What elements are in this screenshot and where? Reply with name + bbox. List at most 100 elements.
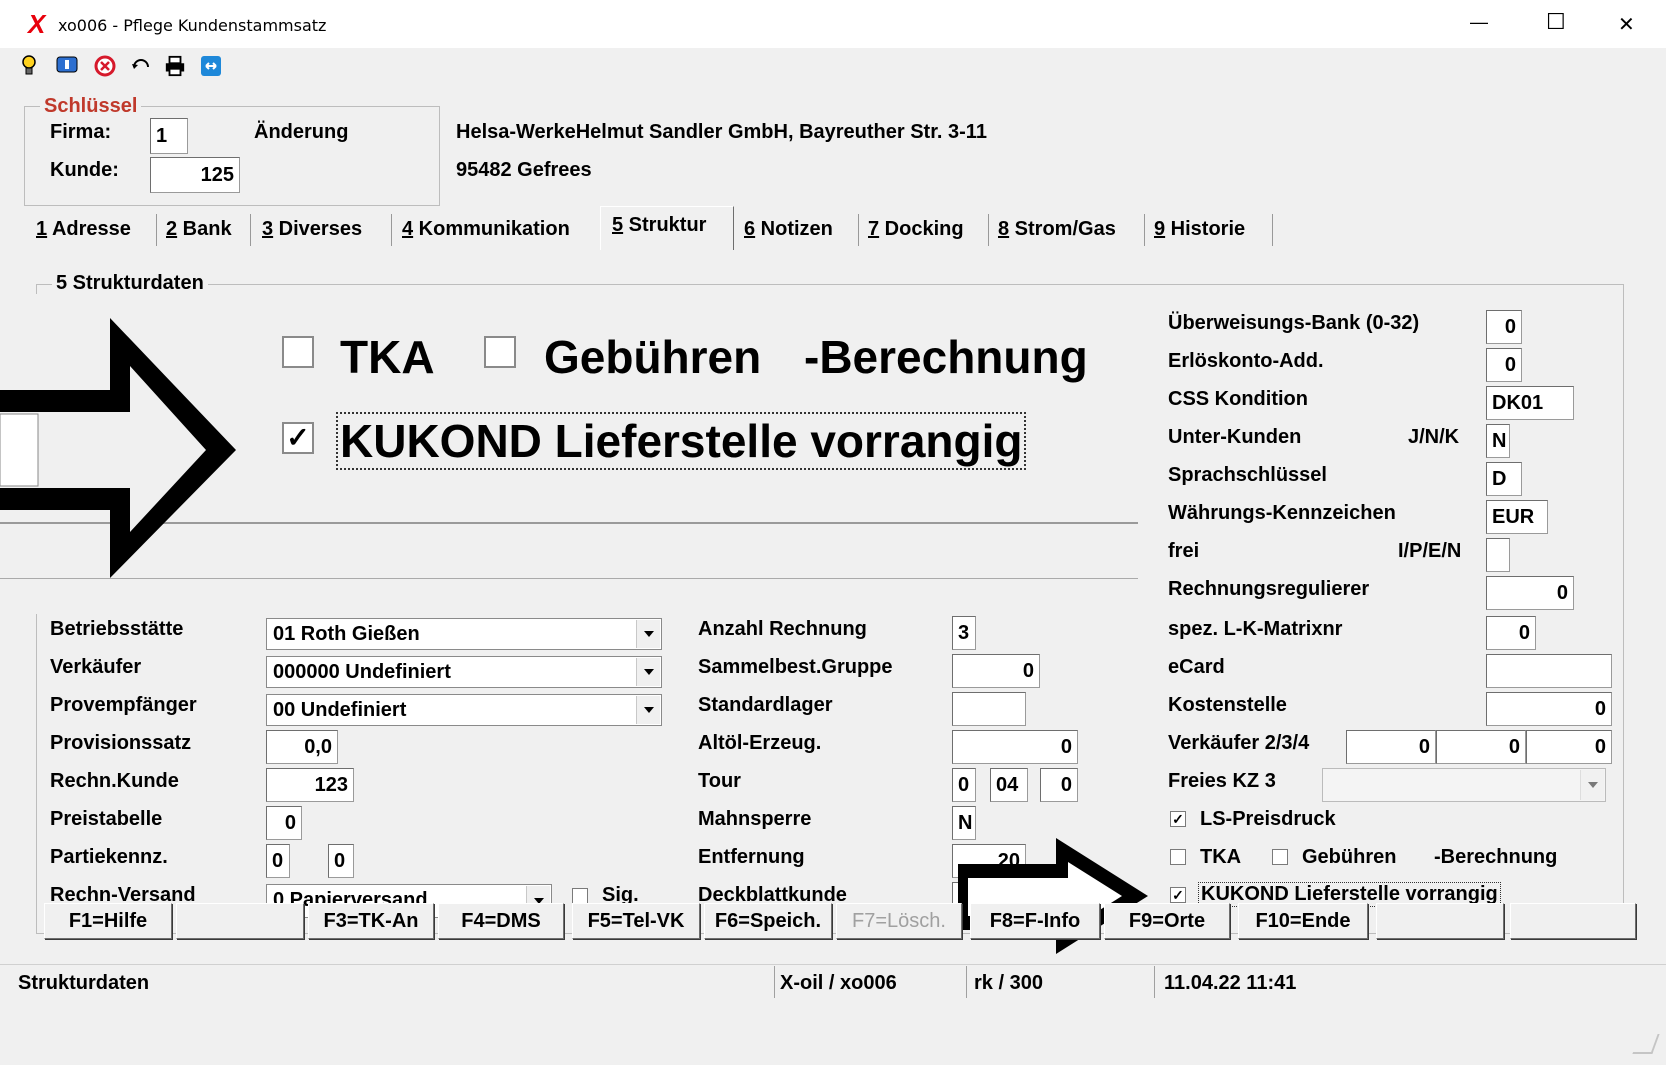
waehrung-field[interactable]: EUR (1486, 500, 1548, 534)
tab-bank[interactable]: 2 Bank (166, 218, 232, 241)
f2-empty-button[interactable] (176, 903, 304, 939)
verkaeufer-value: 000000 Undefiniert (273, 661, 451, 683)
tab-kommunikation[interactable]: 4 Kommunikation (402, 218, 570, 241)
firma-field[interactable]: 1 (150, 118, 188, 154)
f8-info-button[interactable]: F8=F-Info (970, 903, 1100, 939)
unterkunden-field[interactable]: N (1486, 424, 1510, 458)
css-kondition-field[interactable]: DK01 (1486, 386, 1574, 420)
frei-field[interactable] (1486, 538, 1510, 572)
f11-empty-button[interactable] (1376, 903, 1504, 939)
mahnsperre-label: Mahnsperre (698, 808, 812, 830)
window-title: xo006 - Pflege Kundenstammsatz (58, 16, 327, 35)
kostenstelle-label: Kostenstelle (1168, 694, 1287, 716)
f6-save-button[interactable]: F6=Speich. (704, 903, 832, 939)
tab-struktur[interactable]: 5 Struktur (612, 214, 706, 237)
status-divider (1154, 966, 1155, 998)
chevron-down-icon[interactable] (636, 620, 660, 648)
bulb-icon[interactable] (18, 55, 40, 77)
f12-empty-button[interactable] (1510, 903, 1636, 939)
freieskz3-label: Freies KZ 3 (1168, 770, 1276, 792)
verkaeufer2-field[interactable]: 0 (1346, 730, 1436, 764)
sammelbest-field[interactable]: 0 (952, 654, 1040, 688)
sprachschluessel-field[interactable]: D (1486, 462, 1522, 496)
close-button[interactable]: ✕ (1618, 12, 1635, 36)
anzahl-rechnung-field[interactable]: 3 (952, 616, 976, 650)
tour-field-3[interactable]: 0 (1040, 768, 1078, 802)
standardlager-field[interactable] (952, 692, 1026, 726)
rechnkunde-field[interactable]: 123 (266, 768, 354, 802)
tab-strom-gas[interactable]: 8 Strom/Gas (998, 218, 1116, 241)
minimize-button[interactable]: — (1470, 12, 1488, 33)
tab-separator (250, 214, 251, 246)
betriebsstaette-label: Betriebsstätte (50, 618, 184, 640)
maximize-button[interactable]: ☐ (1546, 10, 1566, 35)
matrixnr-label: spez. L-K-Matrixnr (1168, 618, 1343, 640)
tab-separator (858, 214, 859, 246)
chevron-down-icon[interactable] (1580, 770, 1604, 800)
tab-adresse[interactable]: 1 Adresse (36, 218, 131, 241)
provisionssatz-field[interactable]: 0,0 (266, 730, 338, 764)
mahnsperre-field[interactable]: N (952, 806, 976, 840)
tab-docking[interactable]: 7 Docking (868, 218, 964, 241)
tka-checkbox[interactable] (1170, 849, 1186, 865)
f3-tk-an-button[interactable]: F3=TK-An (308, 903, 434, 939)
customer-address-line2: 95482 Gefrees (456, 159, 592, 181)
erloeskonto-field[interactable]: 0 (1486, 348, 1522, 382)
info-icon[interactable] (56, 55, 78, 77)
partiekennz-field-2[interactable]: 0 (328, 844, 354, 878)
matrixnr-field[interactable]: 0 (1486, 616, 1536, 650)
exit-icon[interactable] (200, 55, 222, 77)
verkaeufer3-field[interactable]: 0 (1436, 730, 1526, 764)
zoom-kukond-checkbox: ✓ (282, 422, 314, 454)
tab-notizen[interactable]: 6 Notizen (744, 218, 833, 241)
gebuehren-checkbox[interactable] (1272, 849, 1288, 865)
kunde-field[interactable]: 125 (150, 157, 240, 193)
rechnungsregulierer-field[interactable]: 0 (1486, 576, 1574, 610)
ecard-field[interactable] (1486, 654, 1612, 688)
partiekennz-label: Partiekennz. (50, 846, 168, 868)
ls-preisdruck-checkbox[interactable]: ✓ (1170, 811, 1186, 827)
cancel-icon[interactable] (94, 55, 116, 77)
verkaeufer4-field[interactable]: 0 (1526, 730, 1612, 764)
tab-historie[interactable]: 9 Historie (1154, 218, 1245, 241)
f1-help-button[interactable]: F1=Hilfe (44, 903, 172, 939)
rechnungsregulierer-label: Rechnungsregulierer (1168, 578, 1370, 600)
entfernung-label: Entfernung (698, 846, 805, 868)
tka-label: TKA (1200, 846, 1242, 868)
provempfaenger-select[interactable]: 00 Undefiniert (266, 694, 662, 726)
mode-label: Änderung (254, 121, 349, 143)
f9-orte-button[interactable]: F9=Orte (1104, 903, 1230, 939)
tab-separator (156, 214, 157, 246)
ueberweisungsbank-label: Überweisungs-Bank (0-32) (1168, 312, 1420, 334)
altoel-field[interactable]: 0 (952, 730, 1078, 764)
kukond-checkbox[interactable]: ✓ (1170, 887, 1186, 903)
refresh-icon[interactable] (130, 55, 152, 77)
chevron-down-icon[interactable] (636, 658, 660, 686)
tab-separator (988, 214, 989, 246)
freieskz3-select[interactable] (1322, 768, 1606, 802)
partiekennz-field-1[interactable]: 0 (266, 844, 290, 878)
ueberweisungsbank-field[interactable]: 0 (1486, 310, 1522, 344)
f4-dms-button[interactable]: F4=DMS (438, 903, 564, 939)
css-kondition-label: CSS Kondition (1168, 388, 1308, 410)
tab-separator (1272, 214, 1273, 246)
status-system: X-oil / xo006 (780, 972, 897, 994)
preistabelle-field[interactable]: 0 (266, 806, 302, 840)
chevron-down-icon[interactable] (636, 696, 660, 724)
tour-field-1[interactable]: 0 (952, 768, 976, 802)
tab-diverses[interactable]: 3 Diverses (262, 218, 362, 241)
f5-tel-vk-button[interactable]: F5=Tel-VK (572, 903, 700, 939)
betriebsstaette-select[interactable]: 01 Roth Gießen (266, 618, 662, 650)
f10-exit-button[interactable]: F10=Ende (1238, 903, 1368, 939)
ls-preisdruck-label: LS-Preisdruck (1200, 808, 1336, 830)
customer-address-line1: Helsa-WerkeHelmut Sandler GmbH, Bayreuth… (456, 121, 987, 143)
printer-icon[interactable] (164, 55, 186, 77)
key-group-title: Schlüssel (40, 95, 142, 118)
sig-checkbox[interactable] (572, 888, 588, 904)
zoom-berechnung-label: -Berechnung (804, 331, 1088, 383)
zoom-tka-checkbox (282, 336, 314, 368)
verkaeufer-select[interactable]: 000000 Undefiniert (266, 656, 662, 688)
kostenstelle-field[interactable]: 0 (1486, 692, 1612, 726)
unterkunden-hint: J/N/K (1408, 426, 1460, 448)
tour-field-2[interactable]: 04 (990, 768, 1028, 802)
